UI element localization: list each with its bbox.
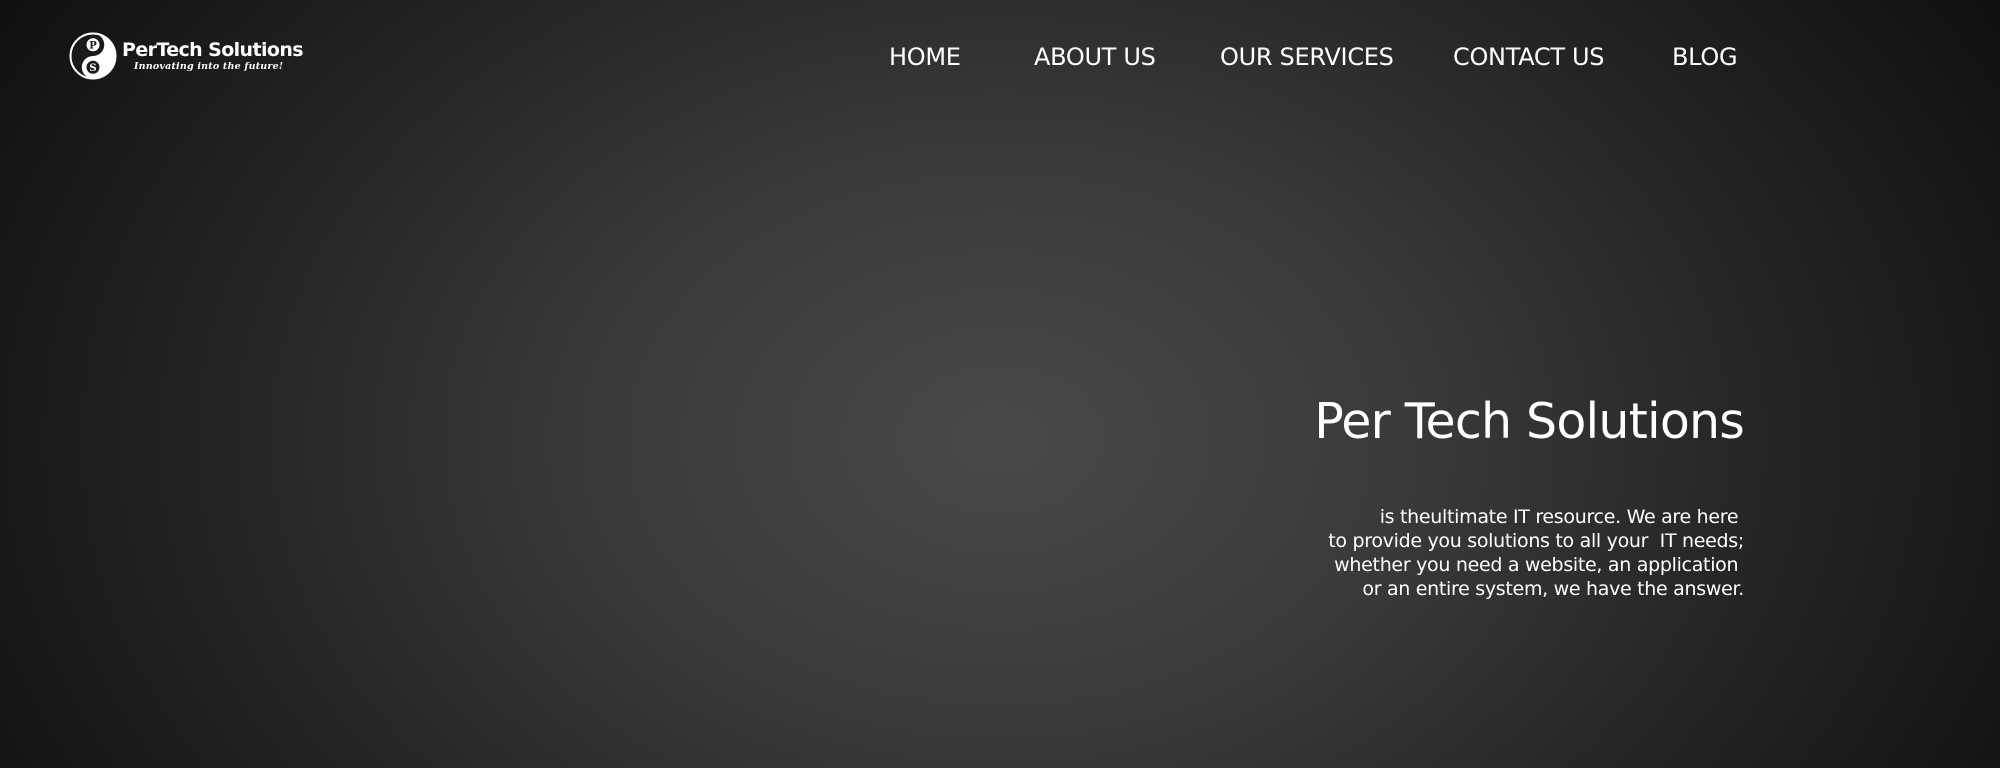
nav-about-us-link[interactable]: ABOUT US xyxy=(1034,40,1156,74)
hero-description: is theultimate IT resource. We are here … xyxy=(1184,505,1744,601)
hero-description-line: or an entire system, we have the answer. xyxy=(1362,578,1744,600)
hero-description-line: to provide you solutions to all your IT … xyxy=(1328,530,1744,552)
nav-our-services-link[interactable]: OUR SERVICES xyxy=(1220,40,1394,74)
hero-description-line: whether you need a website, an applicati… xyxy=(1334,554,1744,576)
nav-home-link[interactable]: HOME xyxy=(889,40,961,74)
hero-description-line: is theultimate IT resource. We are here xyxy=(1379,506,1744,528)
hero-title: Per Tech Solutions xyxy=(1314,393,1745,450)
nav-blog-link[interactable]: BLOG xyxy=(1672,40,1738,74)
nav-contact-us-link[interactable]: CONTACT US xyxy=(1453,40,1605,74)
main-nav: HOME ABOUT US OUR SERVICES CONTACT US BL… xyxy=(0,40,2000,74)
hero-section: P S PerTech Solutions Innovating into th… xyxy=(0,0,2000,768)
